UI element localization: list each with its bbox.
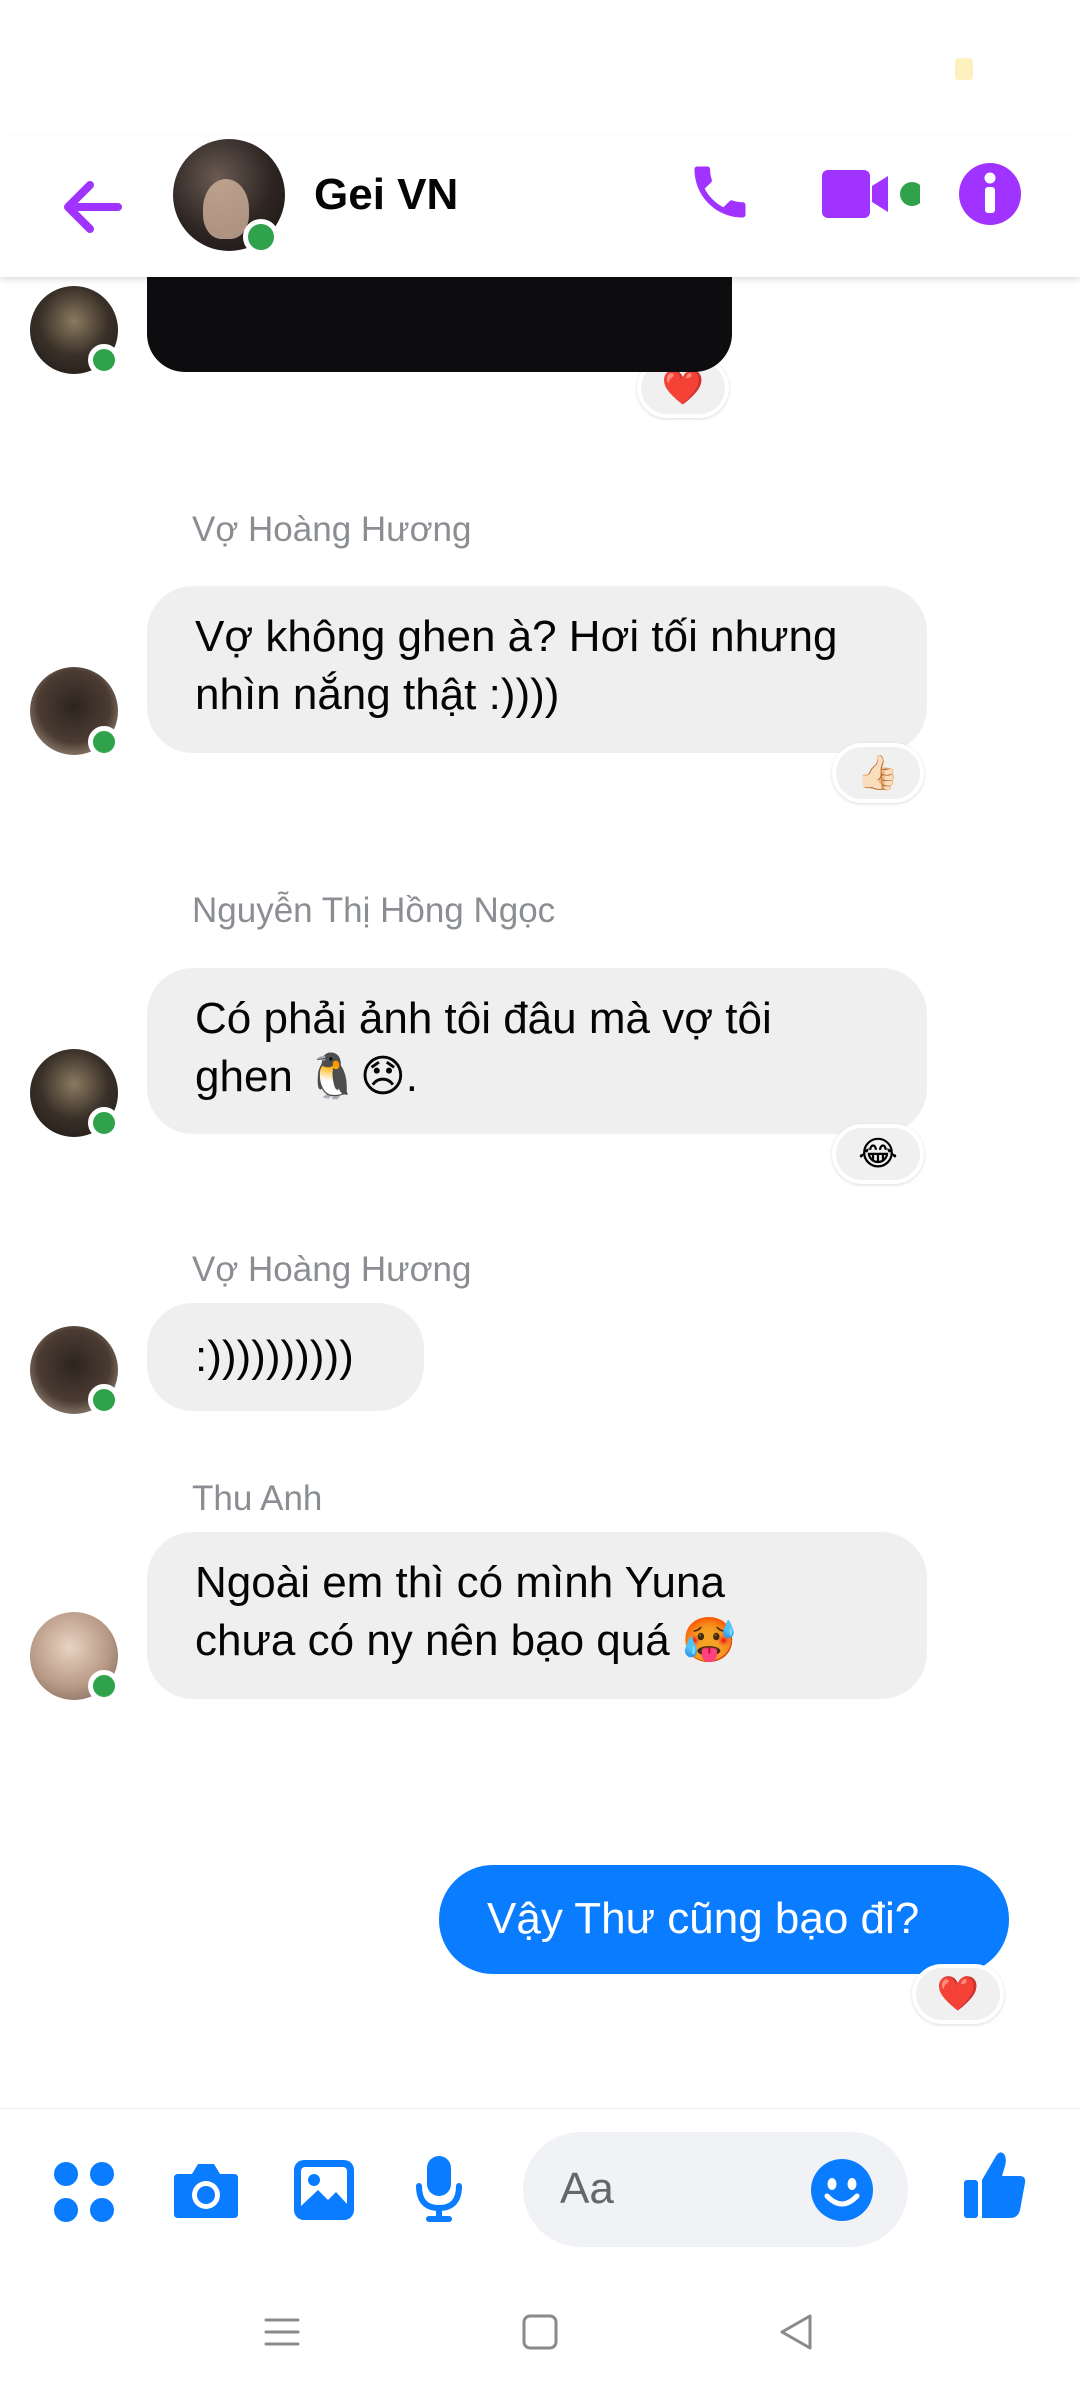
reaction-badge[interactable]: ❤️ — [912, 1964, 1004, 2024]
online-indicator — [88, 1670, 120, 1702]
outgoing-message-bubble[interactable]: Vậy Thư cũng bạo đi? — [439, 1865, 1009, 1974]
home-button[interactable] — [520, 2312, 560, 2357]
microphone-icon — [416, 2156, 462, 2222]
back-button[interactable] — [52, 167, 132, 247]
phone-icon — [694, 166, 746, 218]
message-line: Ngoài em thì có mình Yuna — [195, 1558, 725, 1607]
video-camera-icon — [822, 170, 924, 218]
message-line: Vậy Thư cũng bạo đi? — [487, 1894, 920, 1943]
message-line: nhìn nắng thật :)))) — [195, 670, 560, 719]
home-icon — [522, 2314, 558, 2350]
emoji-icon — [811, 2159, 873, 2221]
like-button[interactable] — [962, 2150, 1028, 2225]
voice-message-button[interactable] — [414, 2154, 464, 2229]
video-call-button[interactable] — [820, 168, 924, 225]
thumbs-up-icon — [964, 2152, 1026, 2218]
info-button[interactable] — [958, 162, 1022, 231]
message-bubble[interactable]: Vợ không ghen à? Hơi tối nhưng nhìn nắng… — [147, 586, 927, 753]
message-line: :)))))))))) — [195, 1332, 354, 1381]
status-indicator — [955, 58, 973, 80]
message-bubble[interactable]: Ngoài em thì có mình Yuna chưa có ny nên… — [147, 1532, 927, 1699]
back-arrow-icon — [64, 181, 122, 233]
menu-dots-icon — [54, 2162, 114, 2222]
online-indicator — [88, 726, 120, 758]
online-indicator — [88, 1384, 120, 1416]
info-icon — [959, 163, 1021, 225]
online-indicator — [88, 1107, 120, 1139]
recent-apps-icon — [264, 2318, 300, 2346]
more-actions-button[interactable] — [52, 2160, 116, 2229]
camera-icon — [174, 2164, 238, 2218]
sender-name: Vợ Hoàng Hương — [192, 1250, 472, 1289]
online-indicator — [88, 344, 120, 376]
reaction-badge[interactable]: 😂 — [832, 1124, 924, 1184]
message-line: Có phải ảnh tôi đâu mà vợ tôi — [195, 994, 772, 1043]
message-line: ghen 🐧😞. — [195, 1052, 418, 1101]
chat-title[interactable]: Gei VN — [314, 170, 458, 220]
back-icon — [780, 2314, 812, 2350]
reaction-badge[interactable]: 👍🏻 — [832, 743, 924, 803]
message-line: Vợ không ghen à? Hơi tối nhưng — [195, 612, 838, 661]
online-indicator — [243, 219, 279, 255]
call-button[interactable] — [686, 158, 754, 231]
message-bubble[interactable]: :)))))))))) — [147, 1303, 424, 1411]
sender-name: Thu Anh — [192, 1479, 323, 1518]
emoji-button[interactable] — [810, 2158, 874, 2227]
message-bubble[interactable]: Có phải ảnh tôi đâu mà vợ tôi ghen 🐧😞. — [147, 968, 927, 1134]
gallery-icon — [294, 2160, 354, 2220]
sender-name: Vợ Hoàng Hương — [192, 510, 472, 549]
recent-apps-button[interactable] — [262, 2312, 302, 2357]
nav-back-button[interactable] — [776, 2312, 816, 2357]
camera-button[interactable] — [172, 2158, 240, 2227]
sender-name: Nguyễn Thị Hồng Ngọc — [192, 891, 556, 930]
message-line: chưa có ny nên bạo quá 🥵 — [195, 1616, 737, 1665]
gallery-button[interactable] — [292, 2158, 356, 2227]
message-input-placeholder: Aa — [560, 2164, 614, 2213]
